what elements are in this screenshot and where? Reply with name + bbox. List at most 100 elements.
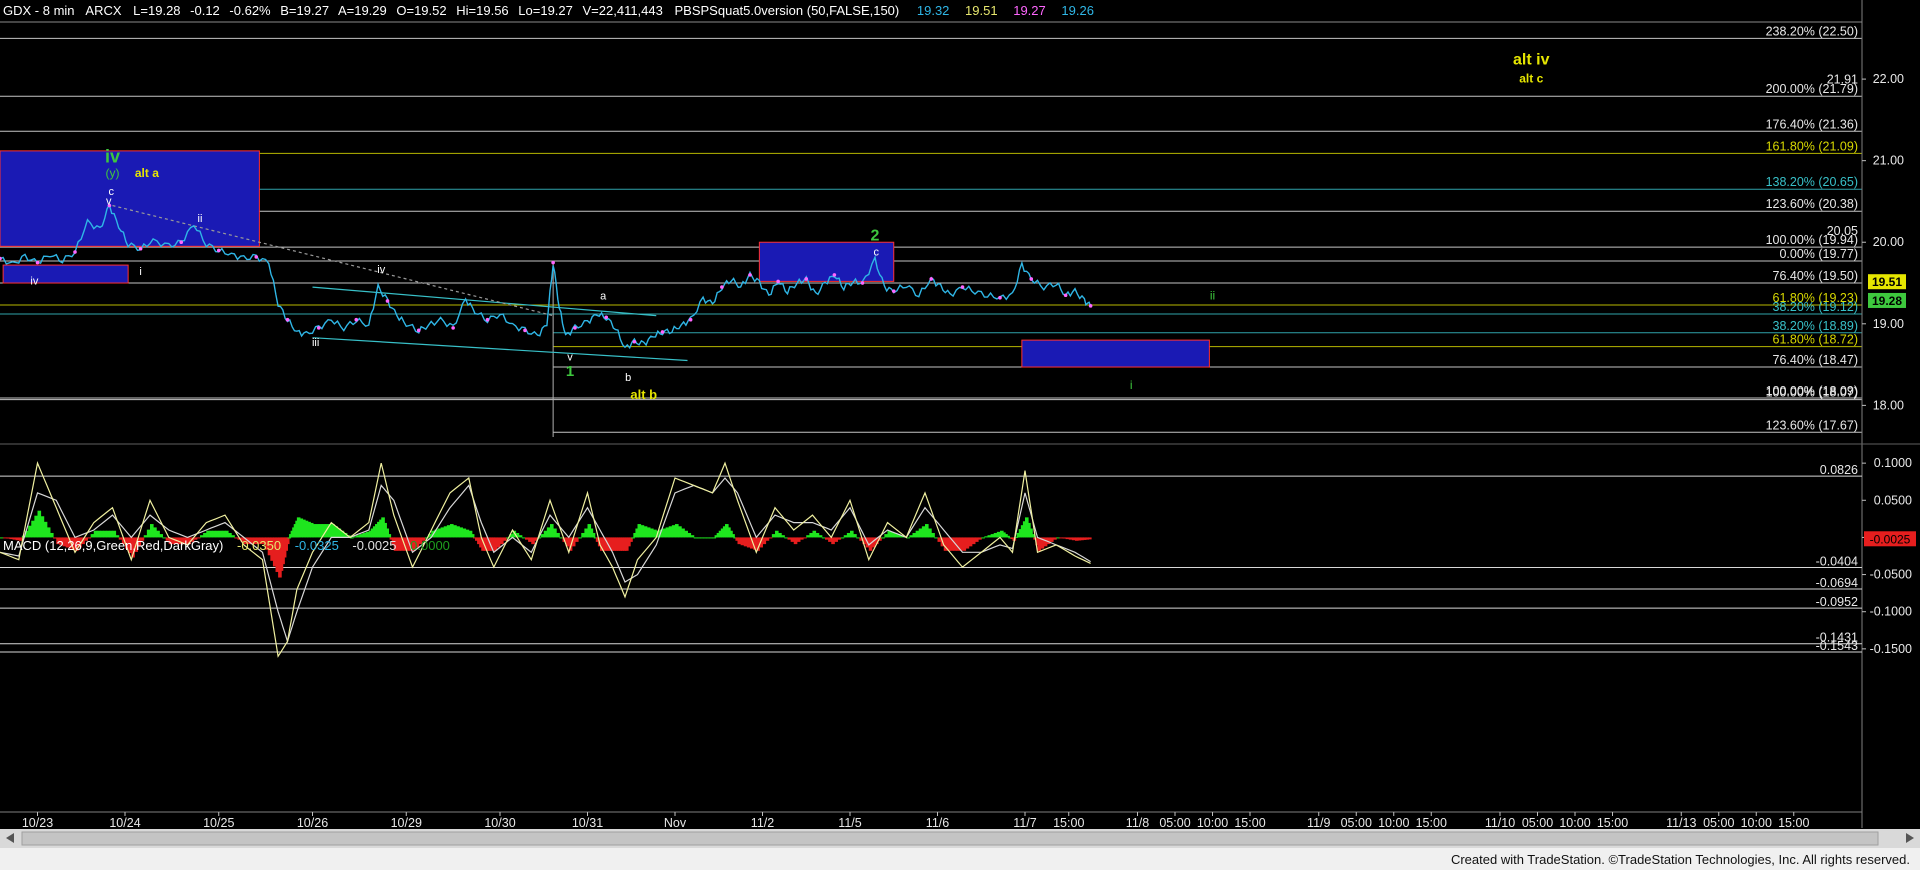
macd-histogram-bar: [578, 537, 582, 539]
macd-histogram-bar: [465, 529, 470, 538]
macd-histogram-bar: [640, 525, 645, 538]
macd-histogram-bar: [821, 537, 826, 539]
ask-value: A=19.29: [338, 3, 387, 18]
time-tick-label: 11/9: [1307, 816, 1330, 830]
macd-histogram-bar: [840, 537, 845, 539]
fib-label: 123.60% (17.67): [1766, 418, 1858, 432]
macd-histogram-bar: [153, 527, 157, 538]
macd-histogram-bar: [591, 532, 596, 538]
macd-histogram-bar: [643, 526, 648, 538]
time-tick-label: 11/6: [926, 816, 949, 830]
macd-histogram-bar: [34, 515, 38, 538]
time-tick-label: 05:00: [1522, 816, 1553, 830]
macd-histogram-bar: [962, 537, 967, 551]
price-marker: [551, 260, 555, 265]
macd-histogram-bar: [703, 537, 707, 539]
macd-histogram-bar: [796, 537, 801, 542]
macd-value-1: -0.0350: [237, 538, 281, 553]
macd-histogram-bar: [225, 530, 229, 538]
macd-histogram-bar: [206, 530, 210, 538]
macd-histogram-bar: [787, 537, 792, 540]
study-value-3: 19.27: [1013, 3, 1046, 18]
macd-histogram-bar: [800, 537, 804, 540]
macd-histogram-bar: [818, 535, 823, 538]
macd-histogram-bar: [553, 528, 557, 538]
time-tick-label: 10:00: [1197, 816, 1228, 830]
macd-histogram-bar: [215, 530, 220, 538]
macd-histogram-bar: [712, 537, 717, 539]
price-tick-label: 19.00: [1873, 317, 1904, 331]
price-tag-label: 19.51: [1872, 275, 1902, 289]
wave-label: 2: [871, 228, 880, 245]
macd-histogram-bar: [146, 529, 151, 538]
macd-tick-label: -0.1000: [1870, 605, 1912, 619]
macd-histogram-bar: [931, 532, 935, 538]
price-marker: [451, 326, 455, 330]
macd-histogram-bar: [93, 530, 98, 538]
price-marker: [573, 326, 577, 330]
macd-histogram-bar: [984, 536, 988, 538]
macd-level-label: -0.0404: [1816, 554, 1858, 568]
macd-level-label: 0.0826: [1820, 463, 1858, 477]
scrollbar-thumb[interactable]: [21, 831, 1879, 846]
macd-histogram-bar: [228, 532, 232, 538]
price-chart[interactable]: 238.20% (22.50)200.00% (21.79)176.40% (2…: [0, 0, 1920, 870]
wave-label: (y): [106, 166, 120, 180]
fib-label: 38.20% (19.12): [1773, 300, 1858, 314]
macd-histogram-bar: [103, 530, 107, 538]
macd-histogram-bar: [581, 532, 585, 538]
wave-label: iv: [105, 146, 120, 166]
macd-histogram-bar: [387, 534, 392, 538]
macd-histogram-bar: [768, 537, 773, 539]
study-label: PBSPSquat5.0version (50,FALSE,150): [675, 3, 900, 18]
time-tick-label: 10/23: [22, 816, 53, 830]
price-marker: [688, 317, 693, 322]
macd-histogram-bar: [706, 537, 710, 539]
time-tick-label: 15:00: [1597, 816, 1628, 830]
time-tick-label: Nov: [664, 816, 687, 830]
macd-histogram-bar: [843, 535, 848, 538]
macd-histogram-bar: [693, 537, 698, 539]
fib-label: 61.80% (18.72): [1773, 333, 1858, 347]
fib-label: 76.40% (19.50): [1773, 269, 1858, 283]
macd-histogram-bar: [559, 537, 563, 539]
price-marker: [285, 317, 290, 322]
chart-title: GDX - 8 min ARCX L=19.28 -0.12 -0.62% B=…: [3, 3, 1094, 18]
macd-histogram-bar: [784, 537, 788, 539]
macd-histogram-bar: [1059, 537, 1063, 539]
price-marker: [354, 317, 359, 322]
macd-histogram-bar: [696, 537, 701, 539]
macd-histogram-bar: [318, 524, 323, 538]
macd-histogram-bar: [825, 537, 829, 540]
target-box: [1021, 339, 1210, 368]
macd-header: MACD (12,26,9,Green,Red,DarkGray) -0.035…: [3, 538, 450, 553]
macd-histogram-bar: [503, 537, 507, 541]
macd-histogram-bar: [681, 528, 685, 538]
time-tick-label: 11/2: [751, 816, 774, 830]
macd-histogram-bar: [287, 537, 292, 539]
macd-tick-label: -0.0500: [1870, 568, 1912, 582]
macd-histogram-bar: [521, 537, 526, 539]
time-tick-label: 11/5: [838, 816, 861, 830]
price-marker: [776, 279, 780, 284]
fib-label: 0.00% (19.77): [1779, 247, 1858, 261]
macd-level-label: -0.1543: [1816, 639, 1858, 653]
macd-label: MACD (12,26,9,Green,Red,DarkGray): [3, 538, 223, 553]
macd-histogram-bar: [362, 532, 367, 538]
macd-histogram-bar: [668, 526, 673, 538]
macd-histogram-bar: [446, 525, 451, 538]
macd-histogram-bar: [678, 526, 682, 538]
time-tick-label: 15:00: [1416, 816, 1447, 830]
bid-value: B=19.27: [280, 3, 329, 18]
price-marker: [1029, 277, 1034, 281]
macd-histogram-bar: [746, 537, 751, 548]
fib-label: 123.60% (20.38): [1766, 197, 1858, 211]
price-marker: [254, 255, 259, 259]
macd-histogram-bar: [637, 524, 642, 538]
macd-histogram-bar: [100, 530, 104, 538]
chart-background: [0, 0, 1920, 870]
macd-histogram-bar: [856, 537, 860, 539]
macd-histogram-bar: [937, 537, 942, 542]
change-percent: -0.62%: [229, 3, 271, 18]
macd-histogram-bar: [803, 537, 807, 539]
